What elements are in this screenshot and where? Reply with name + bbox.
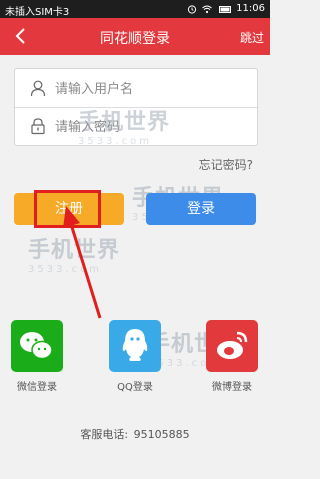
user-icon xyxy=(30,80,46,97)
page-title: 同花顺登录 xyxy=(100,31,170,47)
wechat-login-label: 微信登录 xyxy=(17,382,57,393)
nav-bar: 同花顺登录 跳过 xyxy=(0,18,270,55)
alarm-icon xyxy=(188,4,197,14)
username-row xyxy=(15,69,257,108)
forgot-password-link[interactable]: 忘记密码? xyxy=(199,156,253,173)
qq-icon[interactable] xyxy=(109,320,161,372)
weibo-login[interactable]: 微博登录 xyxy=(202,320,262,393)
lock-icon xyxy=(31,118,45,135)
battery-icon xyxy=(219,5,232,13)
login-button[interactable]: 登录 xyxy=(146,193,256,225)
weibo-icon[interactable] xyxy=(206,320,258,372)
customer-service-phone[interactable]: 95105885 xyxy=(134,428,190,441)
watermark-text: 手机世界 xyxy=(78,110,171,135)
qq-login-label: QQ登录 xyxy=(117,382,153,393)
status-time: 11:06 xyxy=(236,3,265,14)
wechat-icon[interactable] xyxy=(11,320,63,372)
watermark: 手机世界 3533.com xyxy=(78,104,170,147)
annotation-arrow-icon xyxy=(63,206,102,319)
username-input[interactable] xyxy=(53,77,252,101)
status-icons: 11:06 xyxy=(187,3,265,14)
wifi-icon xyxy=(202,5,213,13)
watermark-sub: 3533.com xyxy=(78,136,152,147)
qq-login[interactable]: QQ登录 xyxy=(105,320,165,393)
customer-service: 客服电话: 95105885 xyxy=(0,426,270,442)
carrier-text: 未插入SIM卡3 xyxy=(5,7,70,18)
weibo-login-label: 微博登录 xyxy=(212,382,252,393)
skip-button[interactable]: 跳过 xyxy=(240,29,264,46)
wechat-login[interactable]: 微信登录 xyxy=(7,320,67,393)
customer-service-label: 客服电话: xyxy=(80,428,129,441)
status-bar: 未插入SIM卡3 11:06 xyxy=(0,0,270,18)
